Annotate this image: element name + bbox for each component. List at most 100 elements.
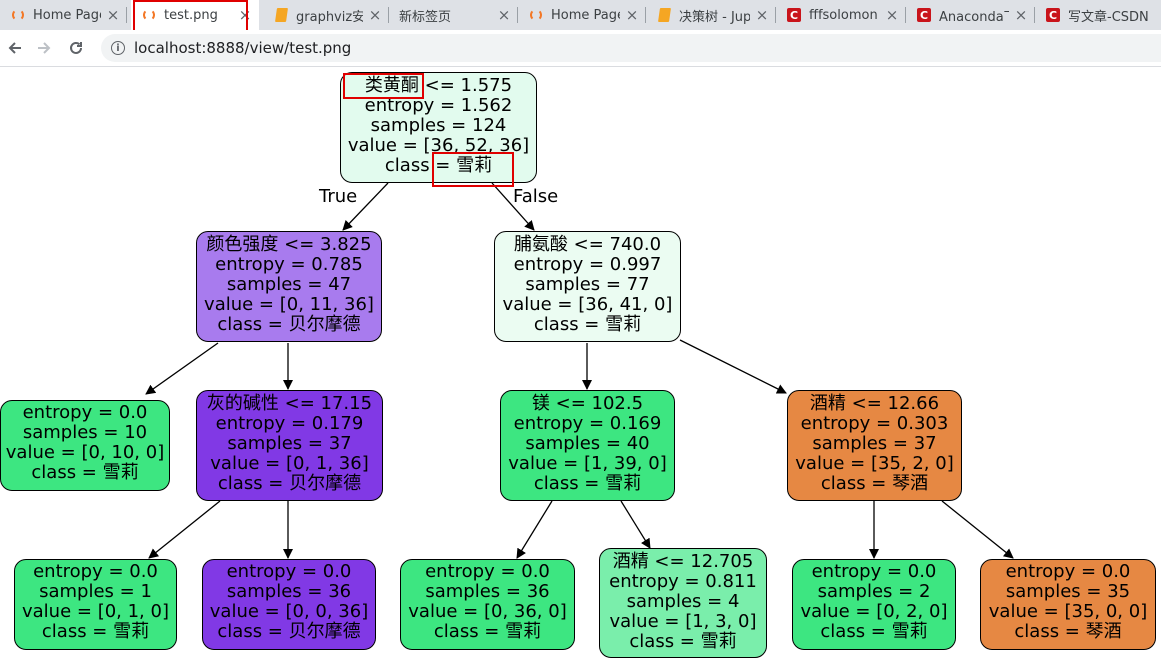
url-text: localhost:8888/view/test.png (134, 39, 352, 57)
node-entropy: entropy = 0.785 (215, 254, 363, 275)
node-entropy: entropy = 0.179 (215, 413, 364, 434)
node-split: 脯氨酸 <= 740.0 (513, 234, 662, 255)
tab-fffsolomon[interactable]: C fffsolomon × (776, 0, 906, 30)
tab-write-article[interactable]: C 写文章-CSDN (1035, 0, 1161, 30)
node-entropy: entropy = 0.0 (425, 561, 550, 582)
tree-node-11: entropy = 0.0 samples = 2 value = [0, 2,… (792, 559, 956, 650)
decision-tree-image: True False 类黄酮 <= 1.575 entropy = 1.562 … (0, 67, 1161, 659)
node-value: value = [1, 39, 0] (508, 453, 667, 474)
node-class: class = 雪莉 (533, 473, 642, 494)
node-split: 酒精 <= 12.705 (612, 551, 754, 572)
book-icon (273, 7, 289, 23)
edge-label-true: True (319, 186, 358, 207)
node-class: class = 贝尔摩德 (217, 621, 361, 642)
edge-label-false: False (513, 186, 559, 207)
node-samples: samples = 124 (370, 115, 507, 136)
tree-node-12: entropy = 0.0 samples = 35 value = [35, … (980, 559, 1156, 650)
tree-node-7: entropy = 0.0 samples = 1 value = [0, 1,… (14, 559, 177, 650)
node-samples: samples = 35 (1005, 581, 1131, 602)
node-class: class = 贝尔摩德 (217, 473, 362, 494)
node-class: class = 琴酒 (1014, 621, 1122, 642)
tab-label: 新标签页 (399, 9, 452, 25)
tab-home-page-1[interactable]: Home Page × (0, 0, 127, 30)
annotation-box-feature (343, 73, 424, 99)
node-class: class = 雪莉 (433, 621, 542, 642)
book-icon (656, 7, 672, 23)
annotation-box-class (432, 152, 514, 187)
tree-node-8: entropy = 0.0 samples = 36 value = [0, 0… (202, 559, 376, 650)
node-class: class = 雪莉 (820, 621, 928, 642)
csdn-icon: C (786, 7, 802, 23)
node-samples: samples = 37 (812, 433, 937, 454)
tree-node-4: 灰的碱性 <= 17.15 entropy = 0.179 samples = … (196, 390, 383, 501)
tree-node-5: 镁 <= 102.5 entropy = 0.169 samples = 40 … (500, 390, 675, 501)
node-split: 酒精 <= 12.66 (809, 393, 940, 414)
close-icon[interactable]: × (496, 6, 512, 24)
node-value: value = [0, 0, 36] (209, 601, 369, 622)
close-icon[interactable]: × (624, 6, 640, 24)
node-class: class = 雪莉 (31, 462, 139, 483)
tab-anaconda[interactable]: C Anaconda下 × (906, 0, 1035, 30)
node-split: 镁 <= 102.5 (531, 393, 644, 414)
node-split: 灰的碱性 <= 17.15 (206, 393, 373, 414)
node-value: value = [0, 11, 36] (204, 294, 374, 315)
tree-node-1: 颜色强度 <= 3.825 entropy = 0.785 samples = … (196, 231, 382, 342)
node-class: class = 贝尔摩德 (217, 314, 361, 335)
node-entropy: entropy = 1.562 (364, 95, 513, 116)
tab-label: 决策树 - Jupyter (679, 9, 750, 25)
node-class: class = 雪莉 (41, 621, 150, 642)
close-icon[interactable]: × (1013, 6, 1029, 24)
close-icon[interactable]: × (754, 6, 770, 24)
browser-toolbar: i localhost:8888/view/test.png (0, 30, 1161, 67)
node-value: value = [35, 0, 0] (988, 601, 1148, 622)
node-samples: samples = 4 (626, 591, 740, 612)
node-entropy: entropy = 0.0 (22, 402, 148, 423)
reload-icon[interactable] (64, 36, 88, 60)
tab-graphviz[interactable]: graphviz安装 × (263, 0, 389, 30)
node-value: value = [0, 36, 0] (408, 601, 567, 622)
node-entropy: entropy = 0.169 (513, 413, 662, 434)
forward-arrow-icon[interactable] (32, 36, 56, 60)
info-icon[interactable]: i (111, 41, 125, 55)
tree-node-9: entropy = 0.0 samples = 36 value = [0, 3… (400, 559, 575, 650)
node-value: value = [0, 10, 0] (5, 442, 165, 463)
close-icon[interactable]: × (884, 6, 900, 24)
node-entropy: entropy = 0.0 (811, 561, 937, 582)
node-entropy: entropy = 0.0 (1005, 561, 1131, 582)
node-samples: samples = 10 (22, 422, 148, 443)
tab-home-page-2[interactable]: Home Page × (518, 0, 646, 30)
node-value: value = [0, 1, 36] (210, 453, 369, 474)
tree-node-6: 酒精 <= 12.66 entropy = 0.303 samples = 37… (787, 390, 962, 501)
tab-new-tab[interactable]: 新标签页 × (389, 0, 518, 30)
tab-label: fffsolomon (809, 7, 878, 23)
close-icon[interactable]: × (105, 6, 121, 24)
node-entropy: entropy = 0.997 (513, 254, 662, 275)
node-entropy: entropy = 0.0 (226, 561, 352, 582)
close-icon[interactable]: × (367, 6, 383, 24)
node-samples: samples = 47 (226, 274, 352, 295)
jupyter-icon (10, 7, 26, 23)
node-entropy: entropy = 0.0 (33, 561, 158, 582)
tab-label: Home Page (551, 7, 620, 23)
node-value: value = [35, 2, 0] (795, 453, 954, 474)
node-class: class = 雪莉 (533, 314, 642, 335)
node-value: value = [0, 1, 0] (22, 601, 169, 622)
node-samples: samples = 2 (817, 581, 931, 602)
node-samples: samples = 77 (525, 274, 650, 295)
tab-decision-tree[interactable]: 决策树 - Jupyter × (646, 0, 776, 30)
csdn-icon: C (916, 7, 932, 23)
node-entropy: entropy = 0.811 (609, 571, 757, 592)
node-samples: samples = 36 (425, 581, 550, 602)
tab-label: graphviz安装 (296, 9, 363, 25)
node-samples: samples = 36 (226, 581, 352, 602)
node-value: value = [1, 3, 0] (609, 611, 757, 632)
node-samples: samples = 40 (525, 433, 650, 454)
jupyter-icon (528, 7, 544, 23)
tree-node-3: entropy = 0.0 samples = 10 value = [0, 1… (0, 400, 170, 491)
node-class: class = 雪莉 (629, 631, 737, 652)
back-arrow-icon[interactable] (3, 36, 27, 60)
address-bar[interactable]: i localhost:8888/view/test.png (101, 34, 1161, 62)
node-entropy: entropy = 0.303 (800, 413, 949, 434)
tree-node-10: 酒精 <= 12.705 entropy = 0.811 samples = 4… (599, 548, 767, 658)
node-split: 颜色强度 <= 3.825 (206, 234, 372, 255)
